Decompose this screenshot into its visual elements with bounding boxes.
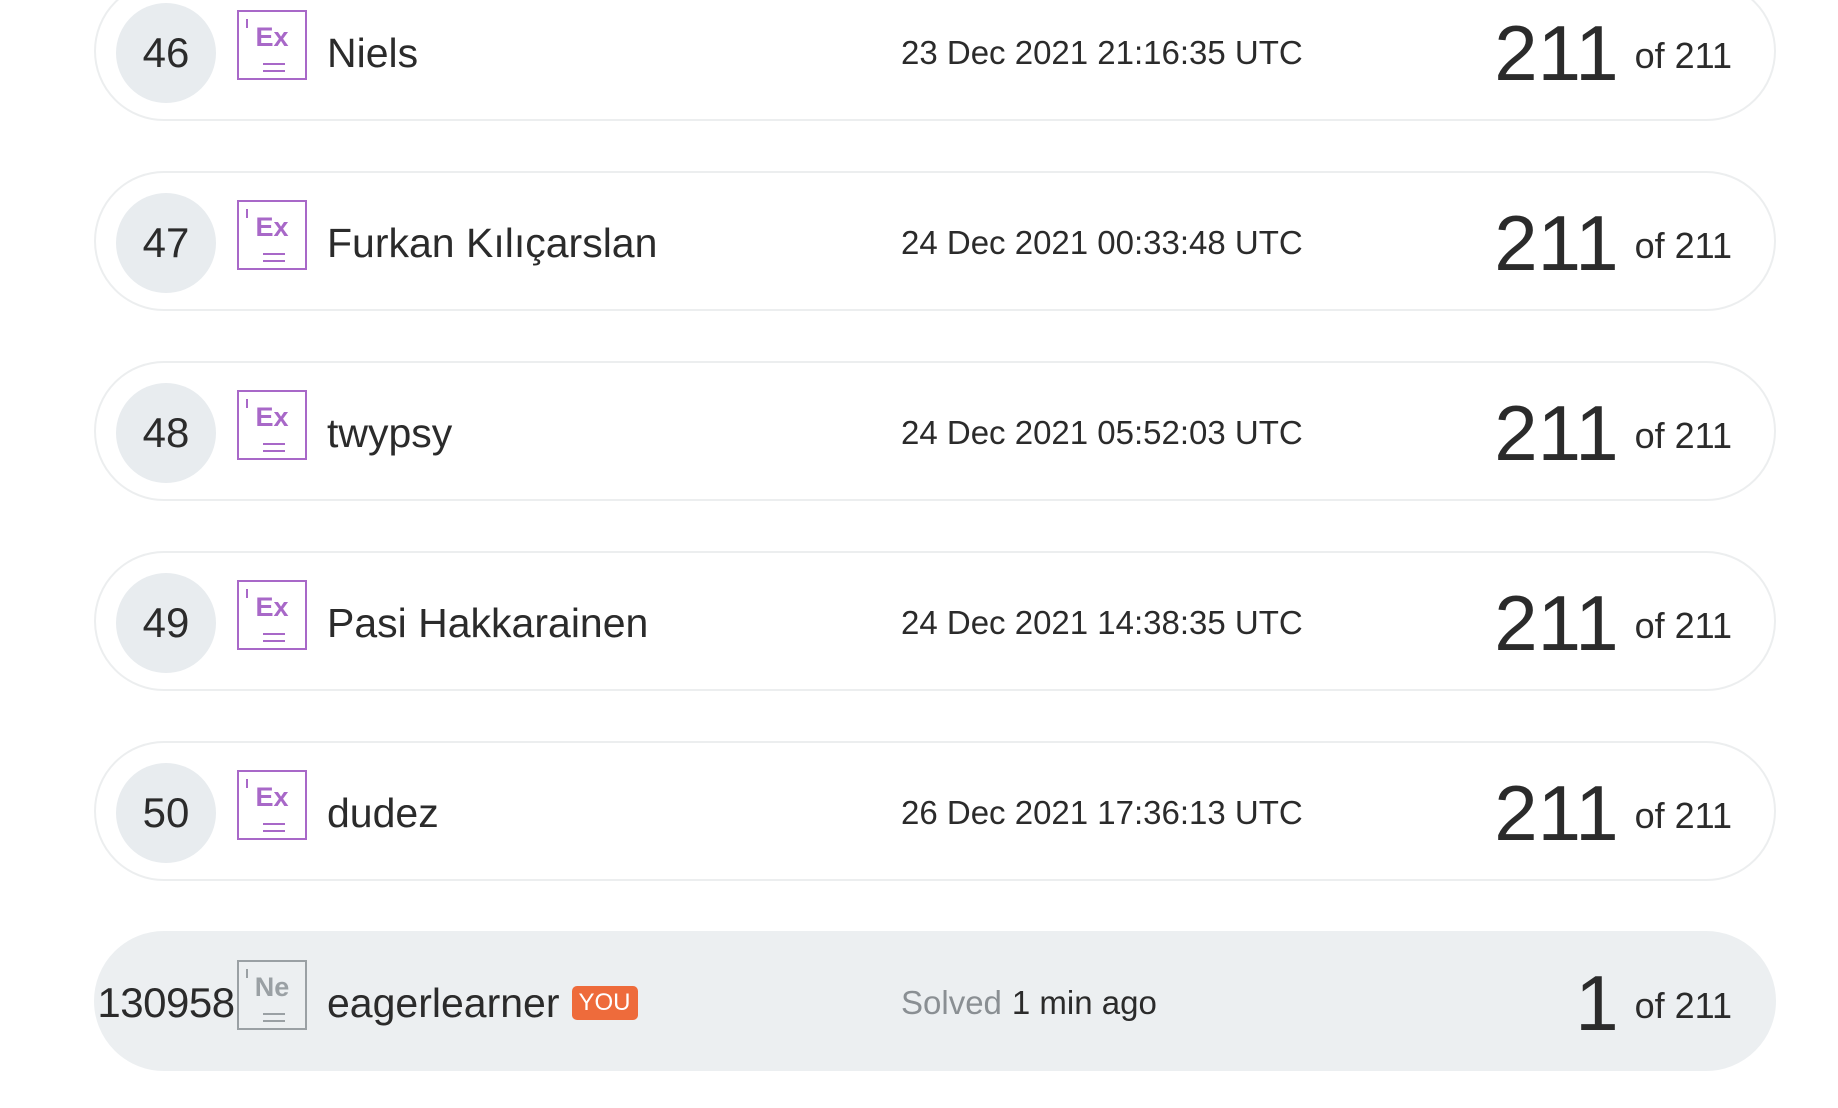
score-value: 211 (1494, 578, 1619, 667)
score-value: 211 (1494, 8, 1619, 97)
level-badge-symbol: Ex (255, 592, 289, 622)
completion-time: 24 Dec 2021 05:52:03 UTC (901, 414, 1303, 451)
user-name-text[interactable]: eagerlearner (327, 980, 560, 1027)
score-total: of 211 (1634, 35, 1732, 76)
completion-time: 24 Dec 2021 14:38:35 UTC (901, 604, 1303, 641)
score: 211 of 211 (1494, 743, 1732, 883)
score-total: of 211 (1634, 985, 1732, 1026)
score: 211 of 211 (1494, 363, 1732, 503)
rank-number: 48 (116, 383, 216, 483)
level-badge-icon: Ne (237, 960, 307, 1030)
rank-number: 130958 (97, 979, 235, 1026)
score: 211 of 211 (1494, 173, 1732, 313)
level-badge-symbol: Ex (255, 212, 289, 242)
user-name[interactable]: Furkan Kılıçarslan (327, 173, 657, 313)
user-name[interactable]: twypsy (327, 363, 452, 503)
user-name[interactable]: Niels (327, 0, 418, 123)
solved-status: Solved 1 min ago (901, 933, 1157, 1073)
leaderboard-row[interactable]: 50 Ex dudez 26 Dec 2021 17:36:13 UTC 211… (94, 741, 1776, 881)
level-badge-icon: Ex (237, 390, 307, 460)
completion-time: 24 Dec 2021 00:33:48 UTC (901, 224, 1303, 261)
level-badge-icon: Ex (237, 10, 307, 80)
completion-time: 23 Dec 2021 21:16:35 UTC (901, 34, 1303, 71)
level-badge-symbol: Ex (255, 782, 289, 812)
score-total: of 211 (1634, 605, 1732, 646)
score-total: of 211 (1634, 225, 1732, 266)
current-user-row[interactable]: 130958 Ne eagerlearner YOU Solved 1 min … (94, 931, 1776, 1071)
score: 211 of 211 (1494, 553, 1732, 693)
score: 1 of 211 (1575, 933, 1732, 1073)
level-badge-icon: Ex (237, 580, 307, 650)
leaderboard-row[interactable]: 47 Ex Furkan Kılıçarslan 24 Dec 2021 00:… (94, 171, 1776, 311)
score-value: 211 (1494, 768, 1619, 857)
user-name[interactable]: dudez (327, 743, 439, 883)
user-name[interactable]: Pasi Hakkarainen (327, 553, 648, 693)
score: 211 of 211 (1494, 0, 1732, 123)
score-value: 211 (1494, 198, 1619, 287)
user-name[interactable]: eagerlearner YOU (327, 933, 638, 1073)
rank-number: 46 (116, 3, 216, 103)
leaderboard-row[interactable]: 46 Ex Niels 23 Dec 2021 21:16:35 UTC 211… (94, 0, 1776, 121)
solved-label: Solved (901, 984, 1002, 1021)
level-badge-symbol: Ex (255, 402, 289, 432)
rank-number: 47 (116, 193, 216, 293)
level-badge-icon: Ex (237, 770, 307, 840)
score-total: of 211 (1634, 415, 1732, 456)
level-badge-symbol: Ex (255, 22, 289, 52)
level-badge-symbol: Ne (254, 972, 290, 1002)
completion-time: 26 Dec 2021 17:36:13 UTC (901, 794, 1303, 831)
level-badge-icon: Ex (237, 200, 307, 270)
leaderboard-row[interactable]: 48 Ex twypsy 24 Dec 2021 05:52:03 UTC 21… (94, 361, 1776, 501)
score-value: 1 (1575, 958, 1619, 1047)
rank-number: 49 (116, 573, 216, 673)
leaderboard-row[interactable]: 49 Ex Pasi Hakkarainen 24 Dec 2021 14:38… (94, 551, 1776, 691)
solved-time: 1 min ago (1011, 984, 1157, 1021)
score-total: of 211 (1634, 795, 1732, 836)
score-value: 211 (1494, 388, 1619, 477)
you-badge: YOU (571, 986, 638, 1020)
rank-number: 50 (116, 763, 216, 863)
